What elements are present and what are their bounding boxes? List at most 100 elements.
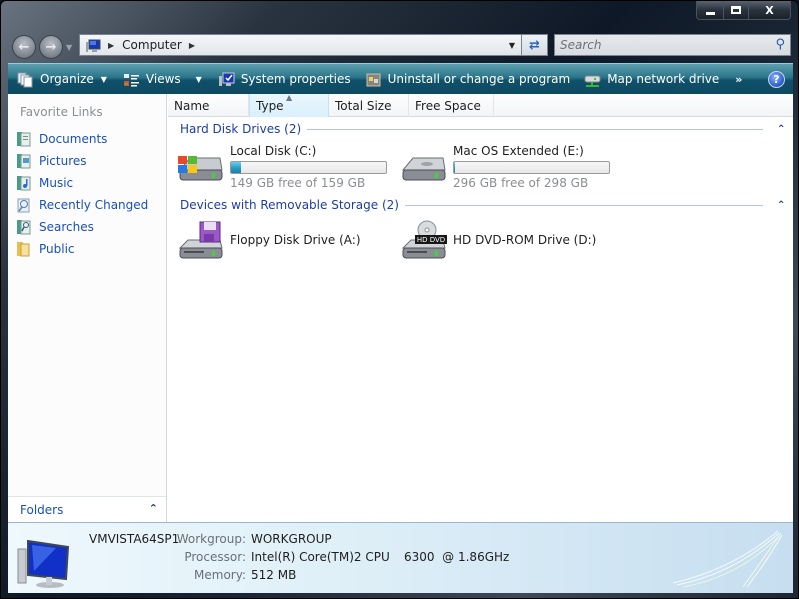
sidebar-item-recently-changed[interactable]: Recently Changed bbox=[16, 194, 148, 216]
drive-item-d[interactable]: HD DVD HD DVD-ROM Drive (D:) bbox=[399, 220, 596, 260]
decorative-swoosh bbox=[672, 530, 783, 588]
workgroup-value: WORKGROUP bbox=[251, 532, 332, 546]
drive-free-space: 296 GB free of 298 GB bbox=[453, 176, 589, 190]
uninstall-icon bbox=[365, 72, 382, 87]
processor-value: Intel(R) Core(TM)2 CPU bbox=[251, 550, 390, 564]
drive-details: Local Disk (C:) 149 GB free of 159 GB bbox=[230, 144, 387, 190]
back-arrow-icon: ← bbox=[18, 39, 30, 55]
column-headers: Name ▲ Type Total Size Free Space bbox=[168, 93, 793, 117]
drive-name: Mac OS Extended (E:) bbox=[453, 144, 584, 158]
organize-label: Organize bbox=[40, 72, 94, 86]
workgroup-label: Workgroup: bbox=[176, 532, 246, 546]
memory-label: Memory: bbox=[194, 568, 246, 582]
sidebar-item-documents[interactable]: Documents bbox=[16, 128, 148, 150]
search-input[interactable]: Search ⚲ bbox=[554, 34, 791, 56]
views-dropdown-icon: ▼ bbox=[195, 74, 202, 84]
refresh-icon: ⇄ bbox=[529, 37, 540, 53]
maximize-button[interactable] bbox=[723, 1, 748, 19]
floppy-drive-icon bbox=[176, 220, 224, 260]
forward-arrow-icon: → bbox=[45, 39, 57, 55]
maximize-icon bbox=[731, 6, 741, 14]
column-header-free-space[interactable]: Free Space bbox=[409, 94, 494, 117]
close-button[interactable]: X bbox=[748, 1, 790, 19]
computer-name: VMVISTA64SP1 bbox=[89, 532, 180, 546]
system-properties-button[interactable]: System properties bbox=[214, 64, 355, 94]
toolbar-overflow-button[interactable]: » bbox=[731, 64, 746, 94]
collapse-chevron-icon[interactable]: ⌃ bbox=[777, 200, 785, 211]
details-pane: VMVISTA64SP1 Workgroup: WORKGROUP Proces… bbox=[8, 522, 793, 593]
map-network-drive-button[interactable]: Map network drive bbox=[580, 64, 723, 94]
column-header-name[interactable]: Name bbox=[168, 94, 249, 117]
windows-hard-disk-icon bbox=[176, 144, 224, 184]
content-area: Favorite Links Documents Pictures Music … bbox=[8, 93, 793, 522]
minimize-button[interactable] bbox=[697, 1, 723, 19]
searches-icon bbox=[16, 219, 31, 235]
sidebar-item-label: Music bbox=[39, 176, 74, 190]
uninstall-program-button[interactable]: Uninstall or change a program bbox=[361, 64, 575, 94]
file-list-pane: Name ▲ Type Total Size Free Space Hard Di… bbox=[168, 93, 793, 522]
computer-icon bbox=[85, 39, 101, 52]
drive-item-a[interactable]: Floppy Disk Drive (A:) bbox=[176, 220, 361, 260]
refresh-button[interactable]: ⇄ bbox=[522, 34, 548, 56]
drive-item-e[interactable]: Mac OS Extended (E:) 296 GB free of 298 … bbox=[399, 144, 610, 190]
sidebar-item-public[interactable]: Public bbox=[16, 238, 148, 260]
sort-ascending-icon: ▲ bbox=[286, 93, 293, 102]
pictures-icon bbox=[16, 153, 31, 169]
column-header-total-size[interactable]: Total Size bbox=[329, 94, 409, 117]
help-icon: ? bbox=[773, 73, 780, 86]
search-placeholder: Search bbox=[560, 38, 602, 52]
back-button[interactable]: ← bbox=[12, 35, 36, 59]
group-divider bbox=[404, 204, 763, 206]
group-divider bbox=[307, 128, 763, 130]
sidebar-item-label: Searches bbox=[39, 220, 94, 234]
system-properties-label: System properties bbox=[240, 72, 351, 86]
breadcrumb-computer[interactable]: Computer bbox=[122, 38, 182, 52]
folders-toggle[interactable]: Folders ⌃ bbox=[8, 496, 166, 522]
breadcrumb-separator-icon[interactable]: ▶ bbox=[189, 41, 195, 50]
help-button[interactable]: ? bbox=[768, 71, 785, 88]
drive-name: HD DVD-ROM Drive (D:) bbox=[453, 233, 597, 247]
column-header-type[interactable]: ▲ Type bbox=[249, 93, 329, 117]
drive-usage-fill bbox=[454, 162, 456, 173]
drive-usage-fill bbox=[231, 162, 241, 173]
sidebar-item-searches[interactable]: Searches bbox=[16, 216, 148, 238]
group-header-removable-storage[interactable]: Devices with Removable Storage (2) ⌃ bbox=[180, 196, 785, 214]
hd-dvd-badge: HD DVD bbox=[417, 236, 445, 244]
views-button[interactable]: Views ▼ bbox=[119, 64, 206, 94]
drive-name: Floppy Disk Drive (A:) bbox=[230, 233, 361, 247]
group-header-hard-disk-drives[interactable]: Hard Disk Drives (2) ⌃ bbox=[180, 120, 785, 138]
computer-icon bbox=[12, 533, 76, 589]
address-dropdown-icon[interactable]: ▼ bbox=[509, 41, 515, 50]
drive-item-c[interactable]: Local Disk (C:) 149 GB free of 159 GB bbox=[176, 144, 387, 190]
drive-usage-bar bbox=[453, 161, 610, 174]
sidebar-item-music[interactable]: Music bbox=[16, 172, 148, 194]
music-icon bbox=[16, 175, 31, 191]
memory-value: 512 MB bbox=[251, 568, 297, 582]
views-icon bbox=[123, 72, 140, 87]
folders-label: Folders bbox=[20, 502, 64, 517]
drive-name: Local Disk (C:) bbox=[230, 144, 317, 158]
forward-button[interactable]: → bbox=[39, 35, 63, 59]
system-properties-icon bbox=[218, 72, 235, 87]
close-icon: X bbox=[765, 3, 774, 17]
recent-pages-dropdown[interactable]: ▼ bbox=[66, 43, 72, 52]
processor-speed: 6300 @ 1.86GHz bbox=[404, 550, 510, 564]
organize-button[interactable]: Organize ▼ bbox=[13, 64, 111, 94]
minimize-icon bbox=[705, 11, 715, 15]
public-folder-icon bbox=[16, 241, 31, 257]
breadcrumb-separator-icon[interactable]: ▶ bbox=[108, 41, 114, 50]
search-icon[interactable]: ⚲ bbox=[775, 37, 785, 52]
hard-disk-icon bbox=[399, 144, 447, 184]
explorer-window: X ← → ▼ ▶ Computer ▶ ▼ ⇄ Search ⚲ Organi… bbox=[0, 0, 799, 599]
network-drive-icon bbox=[584, 72, 601, 87]
drive-free-space: 149 GB free of 159 GB bbox=[230, 176, 366, 190]
documents-icon bbox=[16, 131, 31, 147]
favorite-links-title: Favorite Links bbox=[20, 105, 103, 119]
sidebar-item-label: Recently Changed bbox=[39, 198, 149, 212]
collapse-chevron-icon[interactable]: ⌃ bbox=[777, 124, 785, 135]
map-network-drive-label: Map network drive bbox=[607, 72, 720, 86]
hd-dvd-drive-icon: HD DVD bbox=[399, 220, 447, 260]
address-bar[interactable]: ▶ Computer ▶ ▼ bbox=[79, 34, 522, 56]
drive-details: Mac OS Extended (E:) 296 GB free of 298 … bbox=[453, 144, 610, 190]
sidebar-item-pictures[interactable]: Pictures bbox=[16, 150, 148, 172]
